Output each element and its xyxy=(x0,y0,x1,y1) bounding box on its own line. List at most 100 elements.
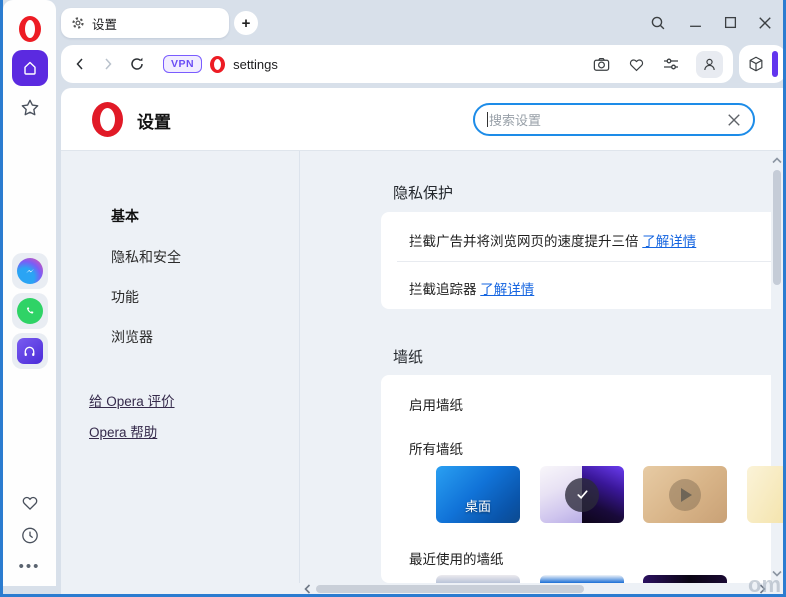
search-icon xyxy=(650,15,666,31)
tab-title: 设置 xyxy=(92,14,117,33)
maximize-button[interactable] xyxy=(722,14,739,31)
site-settings-button[interactable] xyxy=(662,55,680,73)
adblock-label: 拦截广告并将浏览网页的速度提升三倍 xyxy=(409,234,639,249)
nav-item-privacy-security[interactable]: 隐私和安全 xyxy=(111,247,181,267)
privacy-section-title: 隐私保护 xyxy=(393,182,453,203)
forward-icon xyxy=(101,57,115,71)
sidebar: ••• xyxy=(3,0,56,586)
star-icon xyxy=(19,97,41,119)
clear-search-icon[interactable] xyxy=(727,113,741,127)
vpn-badge[interactable]: VPN xyxy=(163,55,202,73)
new-tab-button[interactable]: + xyxy=(234,11,258,35)
whatsapp-icon xyxy=(17,298,43,324)
tracker-row: 拦截追踪器 了解详情 xyxy=(409,278,534,298)
nav-item-features[interactable]: 功能 xyxy=(111,287,139,307)
tab-settings[interactable]: 设置 xyxy=(61,8,229,38)
opera-logo-icon xyxy=(19,16,41,42)
address-bar[interactable]: VPN settings xyxy=(61,45,733,83)
home-button[interactable] xyxy=(12,50,48,86)
minimize-icon xyxy=(689,16,702,29)
whatsapp-button[interactable] xyxy=(12,293,48,329)
panel-active-indicator xyxy=(772,51,778,77)
wallpaper-card: 启用墙纸 所有墙纸 桌面 最近使用的墙纸 xyxy=(381,375,771,583)
nav-divider xyxy=(299,151,300,583)
wallpaper-thumb-video[interactable] xyxy=(643,466,727,523)
recent-wallpapers-label: 最近使用的墙纸 xyxy=(409,548,504,568)
maximize-icon xyxy=(724,16,737,29)
recent-thumb[interactable] xyxy=(643,575,727,583)
tabbar-search-button[interactable] xyxy=(649,14,666,31)
history-button[interactable] xyxy=(19,525,40,546)
rate-opera-link[interactable]: 给 Opera 评价 xyxy=(89,390,175,410)
opera-menu-button[interactable] xyxy=(19,16,41,42)
adblock-learn-more-link[interactable]: 了解详情 xyxy=(642,234,696,249)
settings-search-input[interactable]: 搜索设置 xyxy=(473,103,755,136)
sidebar-panel-toggle[interactable] xyxy=(739,45,786,83)
plus-icon: + xyxy=(242,15,251,32)
privacy-card: 拦截广告并将浏览网页的速度提升三倍 了解详情 拦截追踪器 了解详情 xyxy=(381,212,771,309)
all-wallpapers-label: 所有墙纸 xyxy=(409,438,463,458)
search-placeholder: 搜索设置 xyxy=(489,110,727,129)
back-button[interactable] xyxy=(73,57,87,71)
play-icon xyxy=(669,479,701,511)
wallpaper-thumb-selected[interactable] xyxy=(540,466,624,523)
bookmark-page-button[interactable] xyxy=(627,55,646,74)
tracker-label: 拦截追踪器 xyxy=(409,282,477,297)
adblock-row: 拦截广告并将浏览网页的速度提升三倍 了解详情 xyxy=(409,230,696,250)
back-icon xyxy=(73,57,87,71)
horizontal-scrollbar-thumb[interactable] xyxy=(316,585,584,593)
wallpaper-section-title: 墙纸 xyxy=(393,346,423,367)
url-text[interactable]: settings xyxy=(233,57,278,72)
tune-icon xyxy=(662,55,680,73)
likes-button[interactable] xyxy=(19,492,40,513)
reload-icon xyxy=(129,56,145,72)
forward-button[interactable] xyxy=(101,57,115,71)
headphones-icon xyxy=(17,338,43,364)
vertical-scrollbar-thumb[interactable] xyxy=(773,170,781,285)
scroll-up-button[interactable] xyxy=(769,153,785,167)
chevron-left-icon xyxy=(303,583,312,595)
row-divider xyxy=(397,261,771,262)
heart-icon xyxy=(627,55,646,74)
browser-window: ••• 设置 + VPN settings xyxy=(0,0,786,597)
recent-thumb[interactable] xyxy=(540,575,624,583)
snapshot-button[interactable] xyxy=(592,55,611,74)
check-icon xyxy=(575,487,590,502)
reload-button[interactable] xyxy=(129,56,145,72)
clock-icon xyxy=(19,525,40,546)
desktop-thumb-label: 桌面 xyxy=(436,496,520,515)
tracker-learn-more-link[interactable]: 了解详情 xyxy=(480,282,534,297)
page-title: 设置 xyxy=(137,108,171,133)
profile-icon xyxy=(701,56,718,73)
chevron-up-icon xyxy=(771,156,783,165)
selected-badge xyxy=(565,478,599,512)
sidebar-more-button[interactable]: ••• xyxy=(19,558,41,575)
wallpaper-thumb-desktop[interactable]: 桌面 xyxy=(436,466,520,523)
recent-thumb[interactable] xyxy=(436,575,520,583)
enable-wallpaper-label[interactable]: 启用墙纸 xyxy=(409,394,463,414)
watermark-text: om xyxy=(748,572,781,597)
home-icon xyxy=(21,59,39,77)
nav-item-basic[interactable]: 基本 xyxy=(111,206,139,226)
text-cursor xyxy=(487,112,488,127)
camera-icon xyxy=(592,55,611,74)
profile-button[interactable] xyxy=(696,51,723,78)
cube-icon xyxy=(747,55,765,73)
close-button[interactable] xyxy=(756,14,773,31)
wallpaper-thumb-cream[interactable] xyxy=(747,466,786,523)
ellipsis-icon: ••• xyxy=(19,558,41,575)
minimize-button[interactable] xyxy=(687,14,704,31)
settings-header: 设置 搜索设置 xyxy=(61,88,786,151)
opera-help-link[interactable]: Opera 帮助 xyxy=(89,421,157,441)
gear-icon xyxy=(71,16,85,30)
heart-icon xyxy=(19,492,40,513)
nav-item-browser[interactable]: 浏览器 xyxy=(111,327,153,347)
opera-logo-icon xyxy=(92,102,123,137)
scroll-left-button[interactable] xyxy=(300,582,314,596)
close-icon xyxy=(758,16,772,30)
messenger-icon xyxy=(17,258,43,284)
opera-favicon xyxy=(210,56,225,73)
player-button[interactable] xyxy=(12,333,48,369)
bookmarks-button[interactable] xyxy=(19,97,41,119)
messenger-button[interactable] xyxy=(12,253,48,289)
